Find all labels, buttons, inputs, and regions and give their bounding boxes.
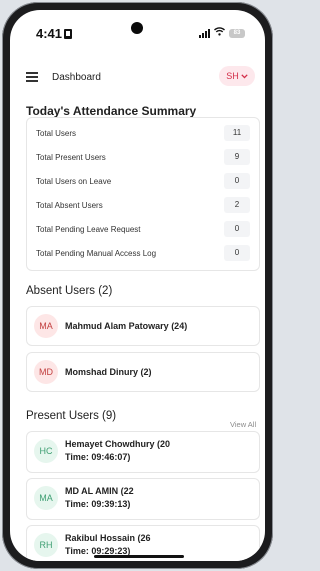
- present-user-card[interactable]: HC Hemayet Chowdhury (20 Time: 09:46:07): [26, 431, 260, 473]
- signal-icon: [199, 28, 210, 38]
- attendance-summary-card: Total Users 11 Total Present Users 9 Tot…: [26, 117, 260, 271]
- present-users-title: Present Users (9): [26, 410, 117, 422]
- summary-value: 0: [224, 173, 250, 189]
- menu-icon[interactable]: [26, 72, 38, 82]
- summary-label: Total Present Users: [36, 153, 106, 162]
- home-indicator[interactable]: [94, 555, 184, 558]
- summary-label: Total Users on Leave: [36, 177, 112, 186]
- summary-label: Total Absent Users: [36, 201, 103, 210]
- sim-icon: [64, 28, 73, 39]
- present-user-card[interactable]: MA MD AL AMIN (22 Time: 09:39:13): [26, 478, 260, 520]
- summary-row-present-users: Total Present Users 9: [36, 149, 254, 167]
- status-time: 4:41: [36, 26, 73, 41]
- battery-icon: 83: [229, 28, 245, 38]
- summary-value: 0: [224, 245, 250, 261]
- summary-row-total-users: Total Users 11: [36, 125, 254, 143]
- app-header: Dashboard SH: [10, 56, 265, 96]
- user-name: Rakibul Hossain (26: [65, 533, 151, 543]
- avatar: RH: [34, 533, 58, 557]
- avatar: MA: [34, 486, 58, 510]
- avatar: MD: [34, 360, 58, 384]
- page-title: Dashboard: [52, 72, 101, 83]
- chevron-down-icon: [241, 72, 248, 81]
- screen: 4:41 83 Dashboard SH Today's Attendance …: [10, 10, 265, 561]
- user-name: Hemayet Chowdhury (20: [65, 439, 171, 449]
- status-time-text: 4:41: [36, 26, 63, 41]
- summary-label: Total Pending Leave Request: [36, 225, 141, 234]
- user-name: MD AL AMIN (22: [65, 486, 134, 496]
- summary-value: 0: [224, 221, 250, 237]
- phone-frame: 4:41 83 Dashboard SH Today's Attendance …: [2, 2, 273, 569]
- summary-label: Total Pending Manual Access Log: [36, 249, 157, 258]
- avatar: MA: [34, 314, 58, 338]
- absent-user-card[interactable]: MA Mahmud Alam Patowary (24): [26, 306, 260, 346]
- summary-row-absent-users: Total Absent Users 2: [36, 197, 254, 215]
- wifi-icon: [214, 27, 225, 39]
- absent-users-title: Absent Users (2): [26, 285, 113, 297]
- summary-value: 2: [224, 197, 250, 213]
- user-name: Momshad Dinury (2): [65, 367, 152, 377]
- absent-user-card[interactable]: MD Momshad Dinury (2): [26, 352, 260, 392]
- user-time: Time: 09:39:13): [65, 499, 131, 509]
- summary-row-pending-leave: Total Pending Leave Request 0: [36, 221, 254, 239]
- profile-menu-button[interactable]: SH: [219, 66, 255, 86]
- status-icons: 83: [199, 27, 245, 39]
- user-name: Mahmud Alam Patowary (24): [65, 321, 188, 331]
- summary-title: Today's Attendance Summary: [26, 104, 197, 118]
- summary-row-users-on-leave: Total Users on Leave 0: [36, 173, 254, 191]
- summary-label: Total Users: [36, 129, 77, 138]
- view-all-link[interactable]: View All: [230, 420, 256, 429]
- summary-row-pending-access-log: Total Pending Manual Access Log 0: [36, 245, 254, 263]
- summary-value: 11: [224, 125, 250, 141]
- avatar: HC: [34, 439, 58, 463]
- summary-value: 9: [224, 149, 250, 165]
- status-bar: 4:41 83: [10, 10, 265, 50]
- user-time: Time: 09:46:07): [65, 452, 131, 462]
- profile-initials: SH: [226, 71, 239, 81]
